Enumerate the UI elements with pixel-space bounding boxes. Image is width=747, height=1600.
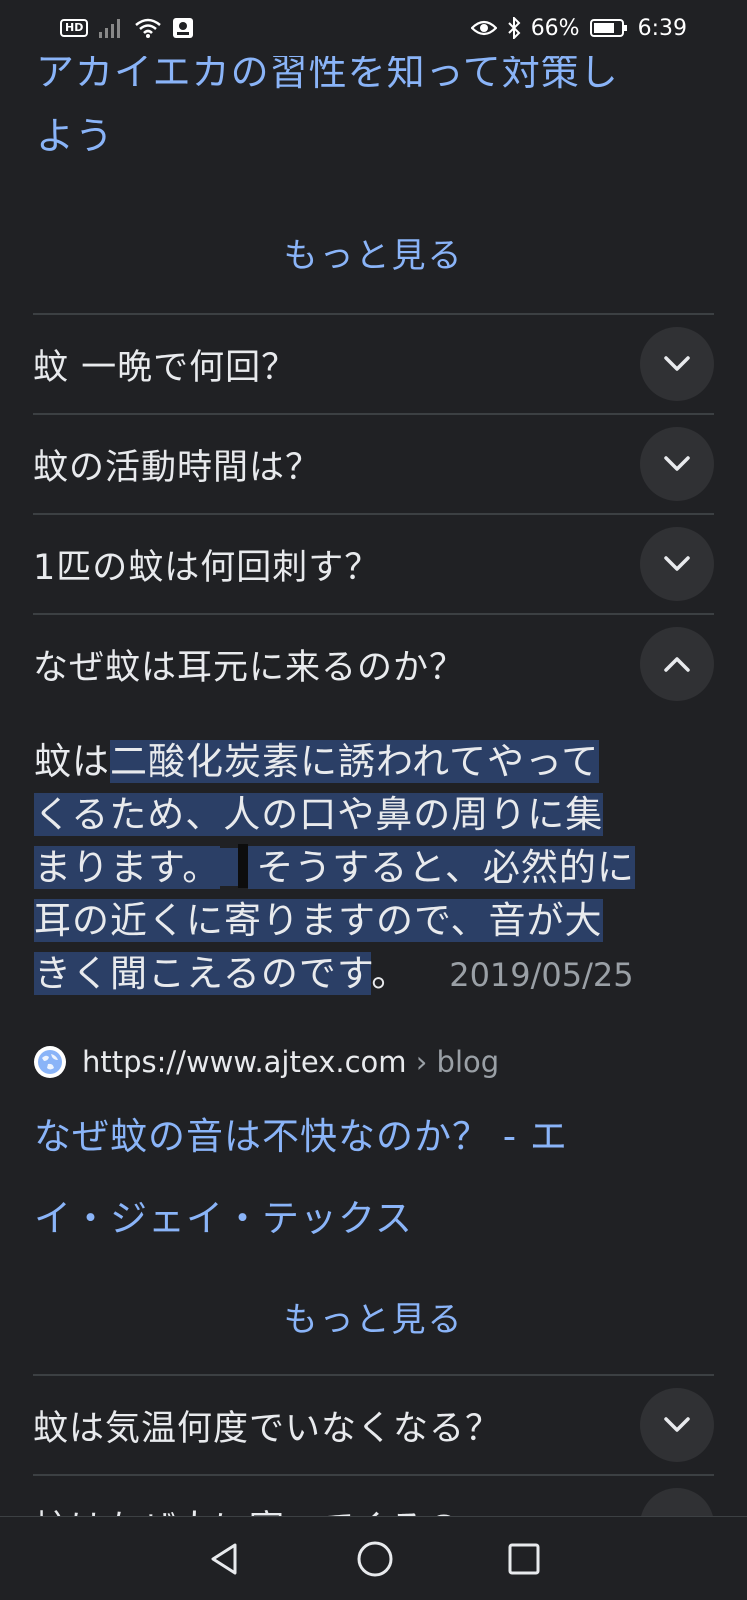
expand-button[interactable] <box>640 427 714 501</box>
answer-highlight: くるため、人の口や鼻の周りに集 <box>34 793 604 836</box>
result-title-line1[interactable]: なぜ蚊の音は不快なのか？ - エ <box>34 1096 694 1178</box>
expand-button[interactable] <box>640 327 714 401</box>
answer-highlight: まります。 <box>34 846 221 889</box>
collapse-button[interactable] <box>640 627 714 701</box>
chevron-down-icon <box>664 556 690 571</box>
question-text: 蚊はなぜ人に寄ってくるの <box>33 1500 462 1517</box>
expand-button[interactable] <box>640 527 714 601</box>
answer-highlight: 耳の近くに寄りますので、音が大 <box>34 899 603 942</box>
wifi-icon <box>135 18 162 38</box>
source-url[interactable]: https://www.ajtex.com <box>82 1045 407 1079</box>
back-icon[interactable] <box>207 1541 243 1577</box>
question-row[interactable]: 1匹の蚊は何回刺す？ <box>33 515 714 613</box>
navigation-bar <box>0 1516 747 1600</box>
result-title-line2[interactable]: イ・ジェイ・テックス <box>34 1178 694 1260</box>
question-text: なぜ蚊は耳元に来るのか？ <box>33 647 466 688</box>
previous-result-title-line2[interactable]: よう <box>36 104 696 168</box>
bluetooth-icon <box>507 17 521 39</box>
question-text: 蚊は気温何度でいなくなる？ <box>33 1408 502 1449</box>
question-row-expanded[interactable]: なぜ蚊は耳元に来るのか？ <box>33 615 714 713</box>
search-results: アカイエカの習性を知って対策し よう もっと見る 蚊 一晩で何回？ 蚊の活動時間… <box>0 0 747 1516</box>
clock: 6:39 <box>637 15 687 41</box>
chevron-down-icon <box>664 1417 690 1432</box>
battery-icon <box>589 19 627 37</box>
status-bar: HD 66% 6:39 <box>0 0 747 56</box>
globe-icon <box>34 1046 66 1078</box>
recents-icon[interactable] <box>507 1542 541 1576</box>
home-icon[interactable] <box>356 1540 394 1578</box>
answer-highlight: きく聞こえるのです <box>34 952 372 995</box>
question-text: 蚊 一晩で何回？ <box>33 347 298 388</box>
more-button[interactable]: もっと見る <box>0 1292 747 1341</box>
signal-icon <box>99 19 121 38</box>
answer-text: 。 <box>371 952 410 995</box>
question-row[interactable]: 蚊は気温何度でいなくなる？ <box>33 1376 714 1474</box>
expand-button[interactable] <box>640 1388 714 1462</box>
answer-highlight: そうすると、必然的に <box>248 846 635 889</box>
question-row[interactable]: 蚊はなぜ人に寄ってくるの <box>33 1476 714 1516</box>
answer-highlight: 二酸化炭素に誘われてやって <box>110 740 600 783</box>
hd-badge: HD <box>60 19 89 37</box>
answer-snippet: 蚊は二酸化炭素に誘われてやって くるため、人の口や鼻の周りに集 まります。 そうす… <box>34 735 699 1002</box>
question-text: 蚊の活動時間は？ <box>33 447 322 488</box>
chevron-up-icon <box>664 657 690 672</box>
previous-result-title[interactable]: アカイエカの習性を知って対策し よう <box>36 40 696 168</box>
question-text: 1匹の蚊は何回刺す？ <box>33 547 381 588</box>
battery-percent: 66% <box>530 15 580 41</box>
more-button[interactable]: もっと見る <box>0 228 747 277</box>
chevron-down-icon <box>664 456 690 471</box>
question-row[interactable]: 蚊の活動時間は？ <box>33 415 714 513</box>
answer-text: 蚊は <box>34 740 110 783</box>
answer-date: 2019/05/25 <box>449 956 634 994</box>
expand-button[interactable] <box>640 1488 714 1516</box>
source-link[interactable]: https://www.ajtex.com › blog <box>34 1045 499 1079</box>
result-title-link[interactable]: なぜ蚊の音は不快なのか？ - エ イ・ジェイ・テックス <box>34 1096 694 1260</box>
source-path[interactable]: › blog <box>407 1045 499 1079</box>
chevron-down-icon <box>664 356 690 371</box>
notification-icon <box>173 18 194 38</box>
question-row[interactable]: 蚊 一晩で何回？ <box>33 315 714 413</box>
eye-comfort-icon <box>470 20 497 36</box>
